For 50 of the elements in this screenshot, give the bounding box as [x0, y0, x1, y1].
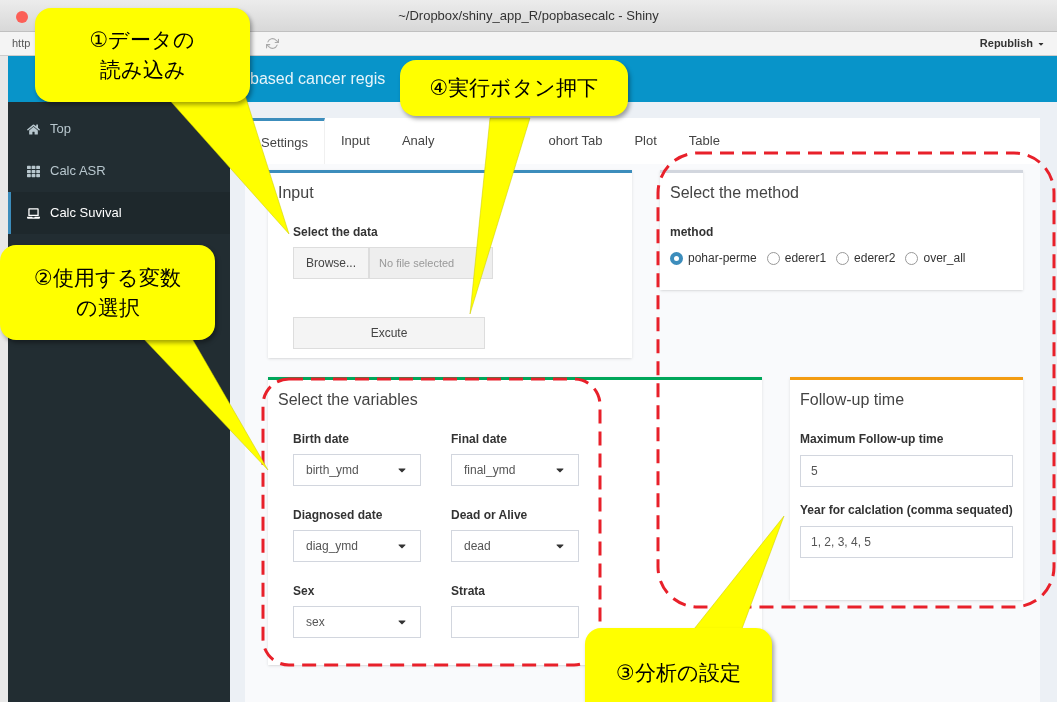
input-field[interactable]: 1, 2, 3, 4, 5 [800, 526, 1013, 558]
sidebar-item-icon [27, 122, 40, 136]
field-label: Diagnosed date [293, 507, 384, 524]
radio-option[interactable]: ederer2 [836, 249, 896, 267]
panel-title: Follow-up time [800, 390, 906, 410]
input-field[interactable]: 5 [800, 455, 1013, 487]
input-field[interactable] [451, 606, 579, 638]
address-text[interactable]: http [12, 35, 31, 52]
browse-button[interactable]: Browse... [293, 247, 369, 279]
callout: ①データの 読み込み [35, 8, 250, 102]
field-label: method [670, 224, 715, 241]
callout: ④実行ボタン押下 [400, 60, 628, 116]
field-label: Birth date [293, 431, 350, 448]
select-dropdown[interactable]: sex [293, 606, 421, 638]
field-label: Strata [451, 583, 486, 600]
window-title: ~/Dropbox/shiny_app_R/popbasecalc - Shiny [398, 6, 659, 25]
select-dropdown[interactable]: final_ymd [451, 454, 579, 486]
sidebar-item[interactable]: Calc ASR [8, 150, 230, 192]
close-button[interactable] [16, 11, 28, 23]
field-label: Year for calclation (comma sequated) [800, 502, 1013, 519]
select-dropdown[interactable]: dead [451, 530, 579, 562]
radio-option[interactable]: over_all [905, 249, 966, 267]
field-label: Select the data [293, 224, 379, 241]
select-dropdown[interactable]: birth_ymd [293, 454, 421, 486]
header-title: based cancer regis [250, 69, 386, 89]
panel-title: Input [278, 183, 315, 203]
panel-title: Select the method [670, 183, 800, 203]
callout: ②使用する変数 の選択 [0, 245, 215, 340]
radio-button[interactable] [670, 251, 683, 265]
radio-option[interactable]: pohar-perme [670, 249, 757, 267]
field-label: Final date [451, 431, 508, 448]
select-dropdown[interactable]: diag_ymd [293, 530, 421, 562]
field-label: Dead or Alive [451, 507, 529, 524]
sidebar-item-icon [27, 206, 40, 220]
tab[interactable]: Plot [618, 118, 673, 164]
republish-button[interactable]: Republish [979, 35, 1045, 52]
field-label: Sex [293, 583, 316, 600]
callout: ③分析の設定 [585, 628, 772, 702]
panel-title: Select the variables [278, 390, 419, 410]
tab[interactable]: Input [325, 118, 386, 164]
sidebar-item[interactable]: Calc Suvival [8, 192, 230, 234]
tab[interactable]: Analy [385, 118, 451, 164]
field-label: Maximum Follow-up time [800, 431, 945, 448]
sidebar-item-icon [27, 164, 40, 178]
radio-option[interactable]: ederer1 [766, 249, 827, 267]
tab[interactable]: Table [672, 118, 736, 164]
tab[interactable]: ohort Tab [532, 118, 619, 164]
file-name-field: No file selected [369, 247, 493, 279]
refresh-icon[interactable] [266, 37, 279, 50]
execute-button[interactable]: Excute [293, 317, 485, 349]
